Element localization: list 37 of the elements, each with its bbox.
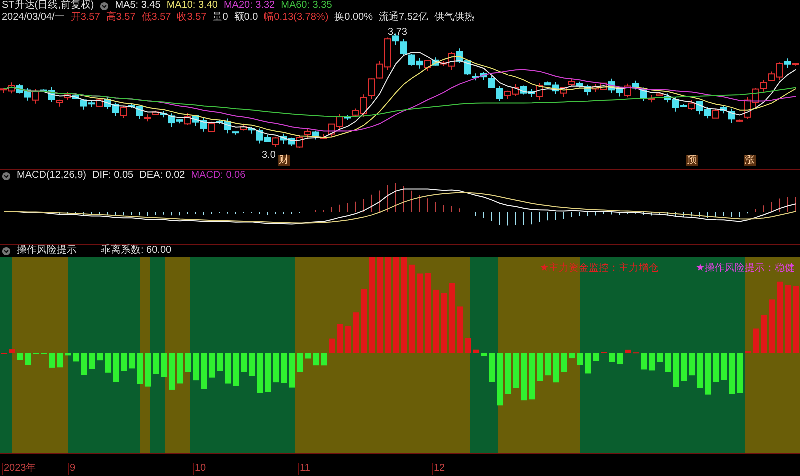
event-marker[interactable]: 预 bbox=[686, 155, 698, 166]
axis-label: 2023年 bbox=[2, 463, 36, 475]
event-marker[interactable]: 财 bbox=[278, 155, 290, 166]
axis-label: 9 bbox=[68, 463, 76, 475]
quote-field: 高3.57 bbox=[106, 12, 136, 24]
deviation-coefficient: 乖离系数: 60.00 bbox=[101, 245, 172, 257]
high-price-label: 3.73 bbox=[388, 27, 408, 39]
quote-field: 低3.57 bbox=[142, 12, 172, 24]
quote-field: 额0.0 bbox=[234, 12, 258, 24]
axis-label: 10 bbox=[193, 463, 206, 475]
signal-text: ★操作风险提示：稳健 bbox=[696, 263, 795, 275]
indicator-title: 操作风险提示 bbox=[17, 245, 77, 257]
moving-average-value: MA20: 3.32 bbox=[224, 0, 276, 12]
quote-field: 收3.57 bbox=[177, 12, 207, 24]
macd-title: MACD(12,26,9) bbox=[17, 170, 86, 182]
macd-value: DEA: 0.02 bbox=[140, 170, 186, 182]
moving-average-value: MA60: 3.35 bbox=[281, 0, 332, 12]
stock-title: ST升达(日线,前复权) bbox=[2, 0, 94, 12]
collapse-icon[interactable] bbox=[2, 172, 11, 180]
quote-field: 开3.57 bbox=[70, 12, 100, 24]
macd-value: MACD: 0.06 bbox=[191, 170, 246, 182]
signal-text: ★主力资金监控：主力增仓 bbox=[540, 263, 659, 275]
low-price-label: 3.0 bbox=[262, 150, 276, 162]
sector-label: 供气供热 bbox=[434, 12, 474, 24]
quote-field: 换0.00% bbox=[334, 12, 374, 24]
collapse-icon[interactable] bbox=[100, 2, 110, 10]
quote-field: 流通7.52亿 bbox=[379, 12, 428, 24]
axis-label: 11 bbox=[298, 463, 310, 475]
quote-date: 2024/03/04/一 bbox=[2, 12, 65, 24]
event-marker[interactable]: 涨 bbox=[744, 155, 756, 166]
macd-value: DIF: 0.05 bbox=[92, 170, 134, 182]
collapse-icon[interactable] bbox=[2, 246, 11, 256]
quote-field: 量0 bbox=[212, 12, 228, 24]
axis-label: 12 bbox=[432, 463, 446, 475]
moving-average-value: MA5: 3.45 bbox=[115, 0, 161, 12]
quote-field: 幅0.13(3.78%) bbox=[264, 12, 329, 24]
moving-average-value: MA10: 3.40 bbox=[166, 0, 218, 12]
